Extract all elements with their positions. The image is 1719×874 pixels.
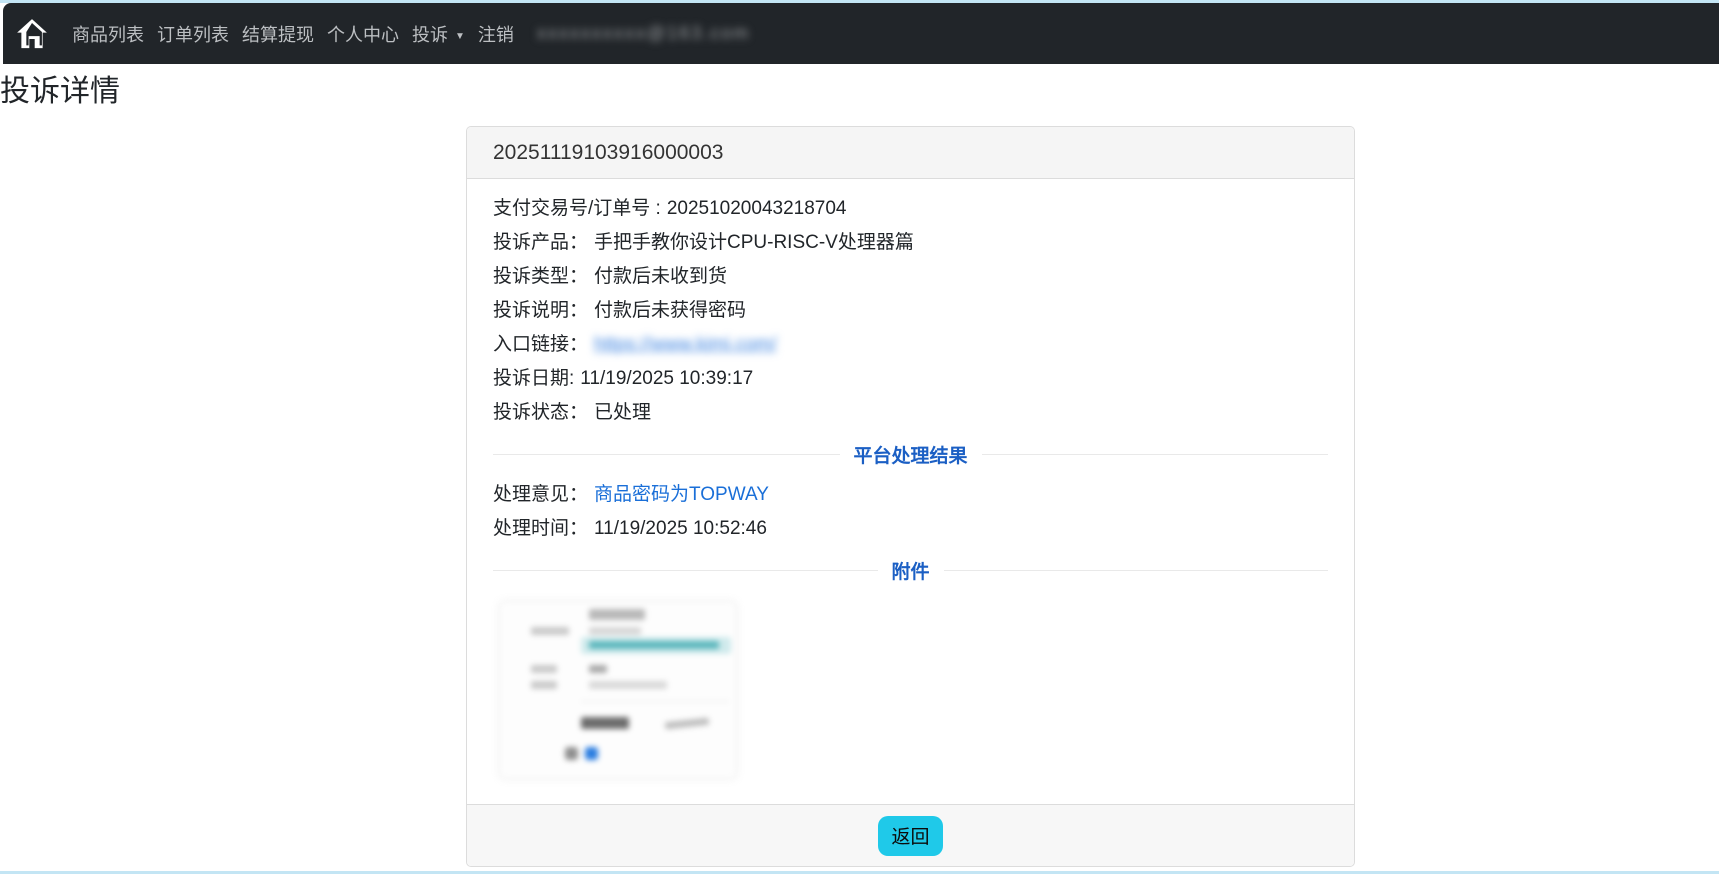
field-label: 投诉产品： — [493, 232, 588, 253]
attachment-blurred-preview — [493, 599, 743, 782]
divider-line — [944, 570, 1329, 571]
field-value: 手把手教你设计CPU-RISC-V处理器篇 — [594, 232, 914, 253]
user-email-blurred: xxxxxxxxxx@163.com — [537, 23, 750, 44]
attachment-image[interactable] — [493, 599, 743, 782]
field-value: 付款后未收到货 — [594, 266, 727, 287]
complaint-menu-label: 投诉 — [412, 25, 448, 45]
field-label: 投诉日期: — [493, 368, 574, 389]
field-label: 投诉状态： — [493, 402, 588, 423]
nav-item-complaint-menu[interactable]: 投诉 ▼ — [412, 21, 465, 47]
card-body: 支付交易号/订单号 : 20251020043218704 投诉产品： 手把手教你设… — [467, 179, 1354, 804]
platform-result-title: 平台处理结果 — [854, 441, 968, 468]
attachment-chip-gray — [565, 747, 578, 760]
field-label: 支付交易号/订单号 : — [493, 198, 661, 219]
page-title: 投诉详情 — [0, 66, 120, 110]
detail-row-type: 投诉类型： 付款后未收到货 — [493, 260, 1328, 294]
navbar: 商品列表 订单列表 结算提现 个人中心 投诉 ▼ 注销 xxxxxxxxxx@16… — [3, 3, 1719, 64]
detail-row-product: 投诉产品： 手把手教你设计CPU-RISC-V处理器篇 — [493, 226, 1328, 260]
entry-link-blurred[interactable]: https://www.kimi.com/ — [594, 334, 777, 355]
detail-row-handle-opinion: 处理意见： 商品密码为TOPWAY — [493, 478, 1328, 512]
nav-item-order-list[interactable]: 订单列表 — [157, 21, 229, 47]
detail-row-handle-time: 处理时间： 11/19/2025 10:52:46 — [493, 512, 1328, 546]
divider-line — [493, 570, 878, 571]
field-label: 处理时间： — [493, 518, 588, 539]
back-button[interactable]: 返回 — [878, 816, 942, 856]
attachment-divider: 附件 — [493, 557, 1328, 584]
nav-item-settlement[interactable]: 结算提现 — [242, 21, 314, 47]
detail-row-status: 投诉状态： 已处理 — [493, 396, 1328, 430]
field-label: 投诉类型： — [493, 266, 588, 287]
detail-row-entry-link: 入口链接： https://www.kimi.com/ — [493, 328, 1328, 362]
complaint-id: 20251119103916000003 — [493, 141, 723, 165]
complaint-detail-card: 20251119103916000003 支付交易号/订单号 : 20251020… — [466, 126, 1355, 867]
attachment-chip-blue — [585, 747, 598, 760]
detail-row-description: 投诉说明： 付款后未获得密码 — [493, 294, 1328, 328]
handle-opinion-value: 商品密码为TOPWAY — [594, 484, 769, 505]
nav-item-product-list[interactable]: 商品列表 — [72, 21, 144, 47]
field-value: 付款后未获得密码 — [594, 300, 746, 321]
platform-result-divider: 平台处理结果 — [493, 441, 1328, 468]
divider-line — [493, 454, 840, 455]
field-value: 20251020043218704 — [667, 198, 847, 219]
field-label: 投诉说明： — [493, 300, 588, 321]
nav-item-logout[interactable]: 注销 — [478, 21, 514, 47]
attachment-title: 附件 — [892, 557, 930, 584]
home-button[interactable] — [10, 12, 54, 56]
card-footer: 返回 — [467, 804, 1354, 866]
field-label: 处理意见： — [493, 484, 588, 505]
nav-item-profile[interactable]: 个人中心 — [327, 21, 399, 47]
divider-line — [982, 454, 1329, 455]
detail-row-date: 投诉日期: 11/19/2025 10:39:17 — [493, 362, 1328, 396]
home-icon — [14, 17, 50, 51]
handle-time-value: 11/19/2025 10:52:46 — [594, 518, 767, 539]
field-value: 11/19/2025 10:39:17 — [580, 368, 753, 389]
complaint-status: 已处理 — [594, 402, 651, 423]
detail-row-transaction: 支付交易号/订单号 : 20251020043218704 — [493, 192, 1328, 226]
card-header: 20251119103916000003 — [467, 127, 1354, 179]
field-label: 入口链接： — [493, 334, 588, 355]
caret-down-icon: ▼ — [455, 31, 465, 42]
